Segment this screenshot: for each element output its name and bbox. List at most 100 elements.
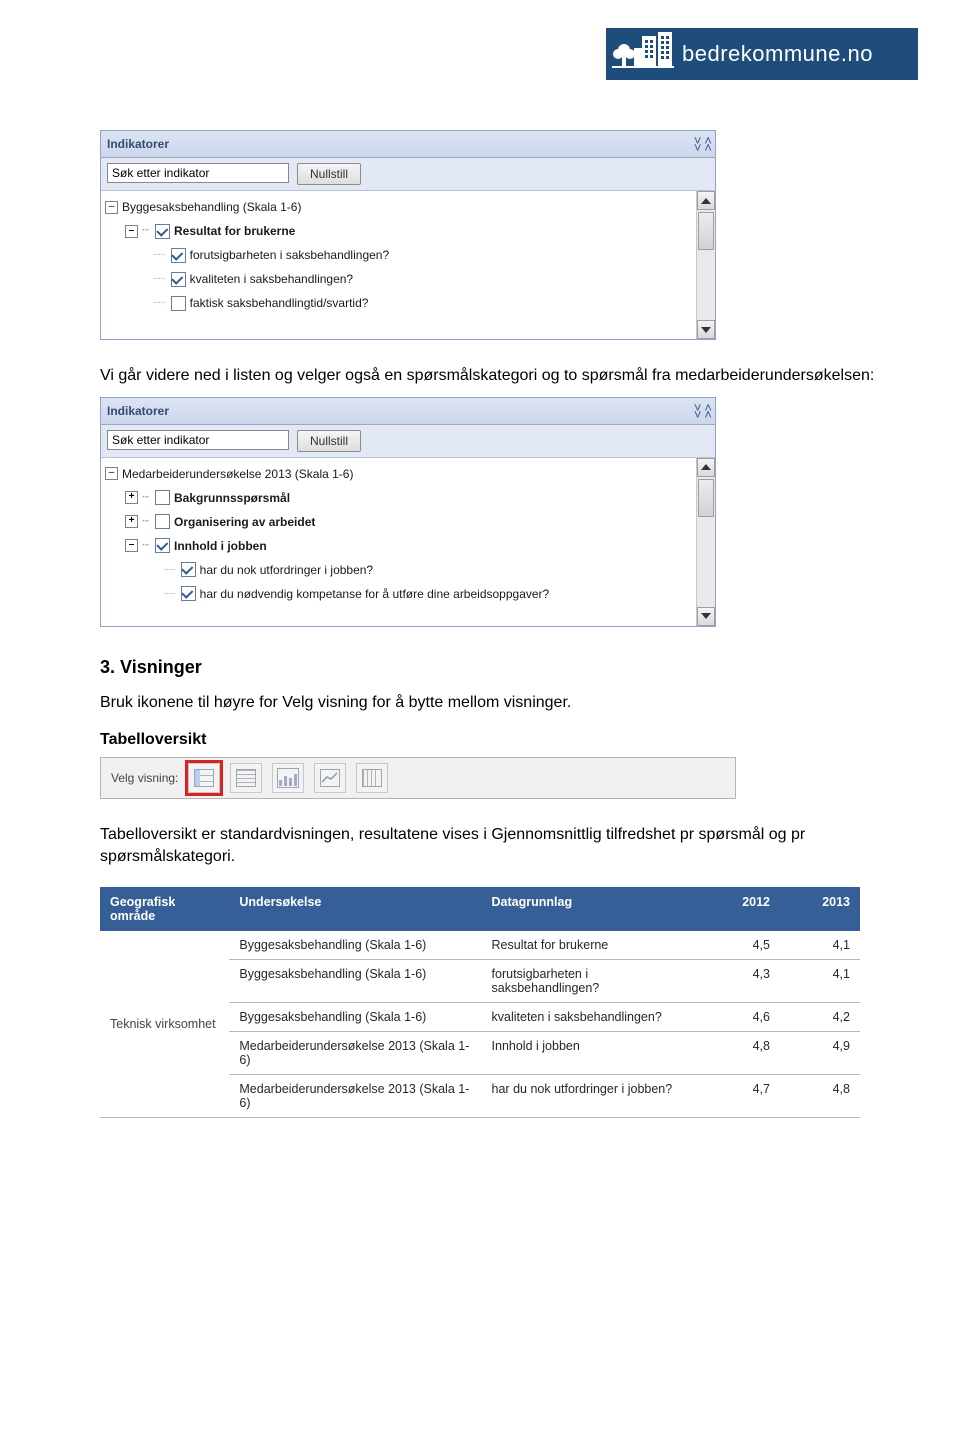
panel-collapse-icons[interactable]: ˅˅ ˄˄ <box>694 404 709 418</box>
tree-item[interactable]: +···Bakgrunnsspørsmål <box>105 486 715 510</box>
table-cell: Byggesaksbehandling (Skala 1-6) <box>229 1003 481 1032</box>
double-chevron-up-icon[interactable]: ˄˄ <box>704 137 709 151</box>
double-chevron-down-icon[interactable]: ˅˅ <box>694 404 699 418</box>
collapse-icon[interactable]: – <box>105 201 118 214</box>
collapse-icon[interactable]: – <box>105 467 118 480</box>
checkbox[interactable] <box>171 248 186 263</box>
search-input[interactable] <box>107 163 289 183</box>
expand-icon[interactable]: + <box>125 491 138 504</box>
view-btn-bar-chart[interactable] <box>272 763 304 793</box>
table-header: 2012 <box>700 887 780 931</box>
tree-item-label: kvaliteten i saksbehandlingen? <box>190 268 353 290</box>
tree-item-label: faktisk saksbehandlingtid/svartid? <box>190 292 369 314</box>
panel-search-row: Nullstill <box>101 158 715 191</box>
panel-header: Indikatorer ˅˅ ˄˄ <box>101 131 715 158</box>
tree-item-label: Resultat for brukerne <box>174 220 295 242</box>
panel-title: Indikatorer <box>107 404 169 418</box>
table-cell: kvaliteten i saksbehandlingen? <box>482 1003 700 1032</box>
tree-item[interactable]: ·····har du nødvendig kompetanse for å u… <box>105 582 715 606</box>
table-cell: Byggesaksbehandling (Skala 1-6) <box>229 931 481 960</box>
table-cell: forutsigbarheten i saksbehandlingen? <box>482 960 700 1003</box>
section-heading: 3. Visninger <box>100 657 905 678</box>
table-header: Geografisk område <box>100 887 229 931</box>
panel-collapse-icons[interactable]: ˅˅ ˄˄ <box>694 137 709 151</box>
table-header: Datagrunnlag <box>482 887 700 931</box>
table-cell: 4,1 <box>780 931 860 960</box>
scroll-up-icon[interactable] <box>697 458 715 477</box>
table-cell: Medarbeiderundersøkelse 2013 (Skala 1-6) <box>229 1075 481 1118</box>
table-cell: 4,8 <box>780 1075 860 1118</box>
tree-item-label: har du nødvendig kompetanse for å utføre… <box>200 583 550 605</box>
tree-item[interactable]: ·····faktisk saksbehandlingtid/svartid? <box>105 291 715 315</box>
double-chevron-up-icon[interactable]: ˄˄ <box>704 404 709 418</box>
view-btn-columns[interactable] <box>356 763 388 793</box>
scroll-up-icon[interactable] <box>697 191 715 210</box>
checkbox[interactable] <box>181 586 196 601</box>
table-cell: Resultat for brukerne <box>482 931 700 960</box>
panel-header: Indikatorer ˅˅ ˄˄ <box>101 398 715 425</box>
reset-button[interactable]: Nullstill <box>297 430 361 452</box>
view-selector-bar: Velg visning: <box>100 757 736 799</box>
checkbox[interactable] <box>171 296 186 311</box>
table-header: Undersøkelse <box>229 887 481 931</box>
tree-item[interactable]: –···Innhold i jobben <box>105 534 715 558</box>
table-cell: Innhold i jobben <box>482 1032 700 1075</box>
checkbox[interactable] <box>155 490 170 505</box>
checkbox[interactable] <box>155 514 170 529</box>
panel-title: Indikatorer <box>107 137 169 151</box>
brand-logo: bedrekommune.no <box>606 28 918 80</box>
scrollbar[interactable] <box>696 191 715 339</box>
tree-item-label: Bakgrunnsspørsmål <box>174 487 290 509</box>
tree-item[interactable]: ·····kvaliteten i saksbehandlingen? <box>105 267 715 291</box>
results-table: Geografisk områdeUndersøkelseDatagrunnla… <box>100 887 860 1118</box>
table-cell: 4,7 <box>700 1075 780 1118</box>
table-header: 2013 <box>780 887 860 931</box>
header-logo-bar: bedrekommune.no <box>0 0 960 90</box>
table-cell-area: Teknisk virksomhet <box>100 931 229 1118</box>
panel-search-row: Nullstill <box>101 425 715 458</box>
brand-text: bedrekommune.no <box>682 41 873 67</box>
table-row: Teknisk virksomhetByggesaksbehandling (S… <box>100 931 860 960</box>
table-cell: 4,6 <box>700 1003 780 1032</box>
expand-icon[interactable]: + <box>125 515 138 528</box>
scrollbar[interactable] <box>696 458 715 626</box>
view-btn-rows[interactable] <box>230 763 262 793</box>
reset-button[interactable]: Nullstill <box>297 163 361 185</box>
checkbox[interactable] <box>171 272 186 287</box>
collapse-icon[interactable]: – <box>125 225 138 238</box>
indicators-panel-1: Indikatorer ˅˅ ˄˄ Nullstill – Byggesaksb… <box>100 130 716 340</box>
table-cell: 4,5 <box>700 931 780 960</box>
scroll-thumb[interactable] <box>698 212 714 250</box>
double-chevron-down-icon[interactable]: ˅˅ <box>694 137 699 151</box>
table-cell: Byggesaksbehandling (Skala 1-6) <box>229 960 481 1003</box>
tree-item[interactable]: ·····forutsigbarheten i saksbehandlingen… <box>105 243 715 267</box>
tree-item-label: har du nok utfordringer i jobben? <box>200 559 373 581</box>
indicators-panel-2: Indikatorer ˅˅ ˄˄ Nullstill – Medarbeide… <box>100 397 716 627</box>
indicator-tree: – Byggesaksbehandling (Skala 1-6) –···Re… <box>101 191 715 319</box>
view-label: Velg visning: <box>111 771 178 785</box>
brand-icon <box>612 30 674 79</box>
scroll-down-icon[interactable] <box>697 320 715 339</box>
tree-root[interactable]: – Medarbeiderundersøkelse 2013 (Skala 1-… <box>105 462 715 486</box>
table-cell: har du nok utfordringer i jobben? <box>482 1075 700 1118</box>
scroll-down-icon[interactable] <box>697 607 715 626</box>
search-input[interactable] <box>107 430 289 450</box>
table-cell: 4,1 <box>780 960 860 1003</box>
tree-root[interactable]: – Byggesaksbehandling (Skala 1-6) <box>105 195 715 219</box>
view-btn-table[interactable] <box>188 763 220 793</box>
paragraph: Vi går videre ned i listen og velger ogs… <box>100 365 905 387</box>
tree-item[interactable]: ·····har du nok utfordringer i jobben? <box>105 558 715 582</box>
view-btn-line-chart[interactable] <box>314 763 346 793</box>
tree-item[interactable]: +···Organisering av arbeidet <box>105 510 715 534</box>
checkbox[interactable] <box>181 562 196 577</box>
table-cell: 4,3 <box>700 960 780 1003</box>
table-cell: 4,9 <box>780 1032 860 1075</box>
tree-item-label: Innhold i jobben <box>174 535 267 557</box>
scroll-thumb[interactable] <box>698 479 714 517</box>
paragraph: Bruk ikonene til høyre for Velg visning … <box>100 692 905 714</box>
table-cell: 4,2 <box>780 1003 860 1032</box>
tree-item[interactable]: –···Resultat for brukerne <box>105 219 715 243</box>
collapse-icon[interactable]: – <box>125 539 138 552</box>
checkbox[interactable] <box>155 538 170 553</box>
checkbox[interactable] <box>155 224 170 239</box>
